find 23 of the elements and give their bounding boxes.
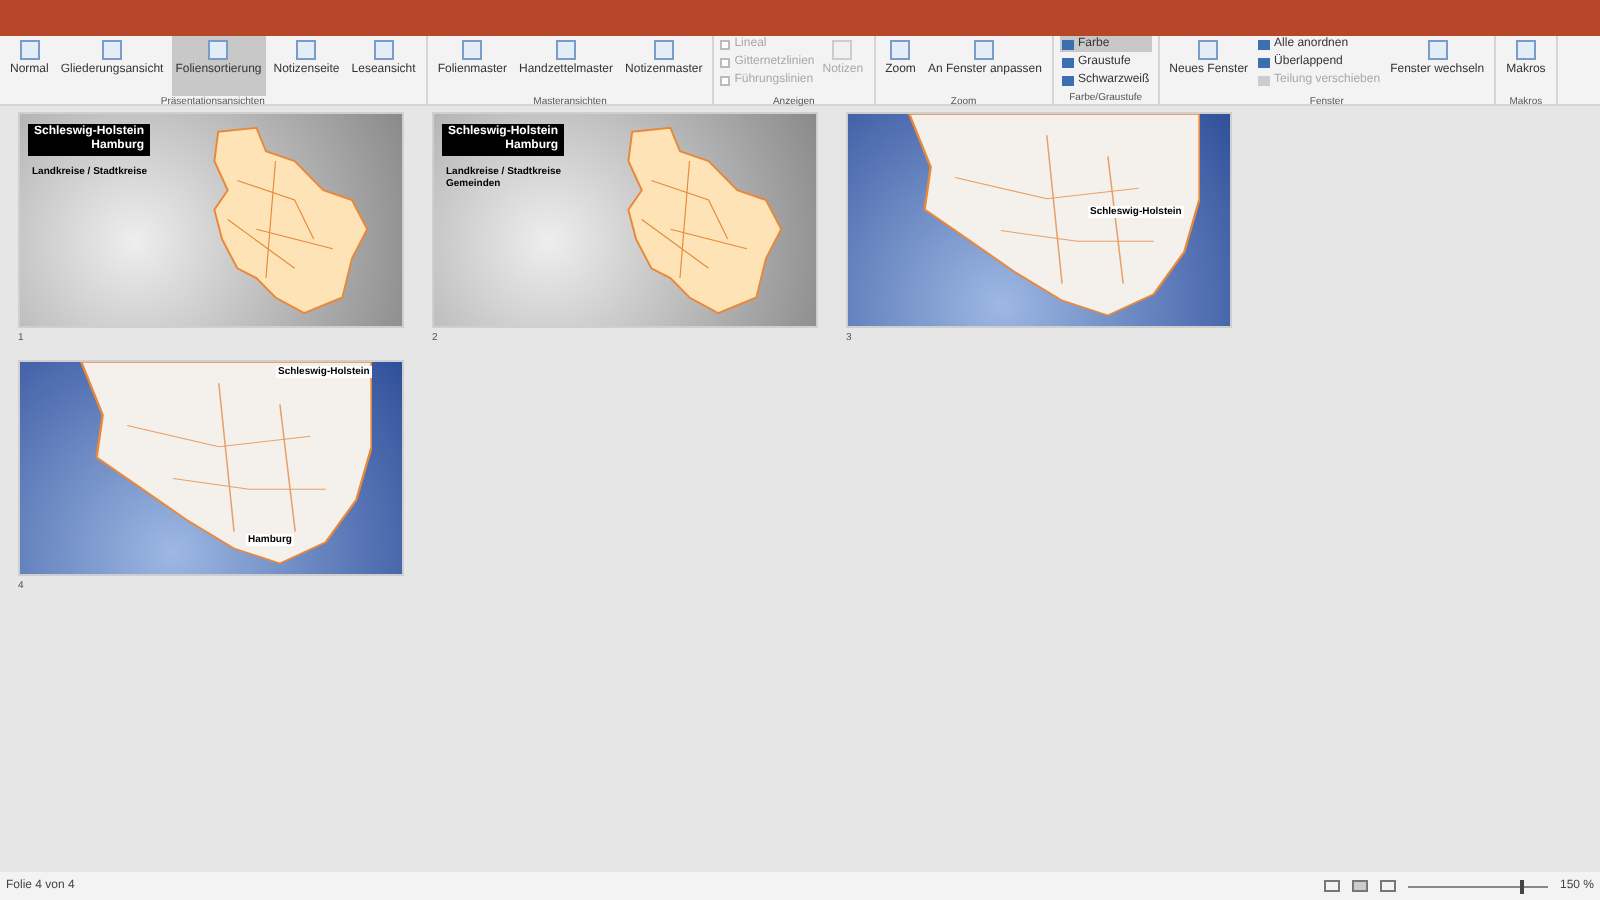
swatch-icon bbox=[1258, 75, 1271, 85]
view-icon bbox=[1427, 40, 1448, 60]
swatch-icon bbox=[1258, 57, 1271, 67]
view-icon bbox=[974, 40, 995, 60]
normal-view-icon[interactable] bbox=[1323, 880, 1340, 892]
view-icon bbox=[208, 40, 229, 60]
view-icon bbox=[373, 40, 394, 60]
view-icon bbox=[462, 40, 483, 60]
view-icon bbox=[1198, 40, 1219, 60]
view-icon bbox=[890, 40, 911, 60]
view-icon bbox=[1515, 40, 1536, 60]
view-icon bbox=[19, 40, 40, 60]
swatch-icon bbox=[1061, 75, 1074, 85]
swatch-icon bbox=[1061, 39, 1074, 49]
reading-view-icon[interactable] bbox=[1379, 880, 1396, 892]
view-icon bbox=[296, 40, 317, 60]
sorter-view-icon[interactable] bbox=[1351, 880, 1368, 892]
swatch-icon bbox=[1258, 39, 1271, 49]
view-icon bbox=[653, 40, 674, 60]
view-icon bbox=[102, 40, 123, 60]
slider-thumb[interactable] bbox=[1519, 879, 1524, 893]
swatch-icon bbox=[1061, 57, 1074, 67]
view-icon bbox=[556, 40, 577, 60]
